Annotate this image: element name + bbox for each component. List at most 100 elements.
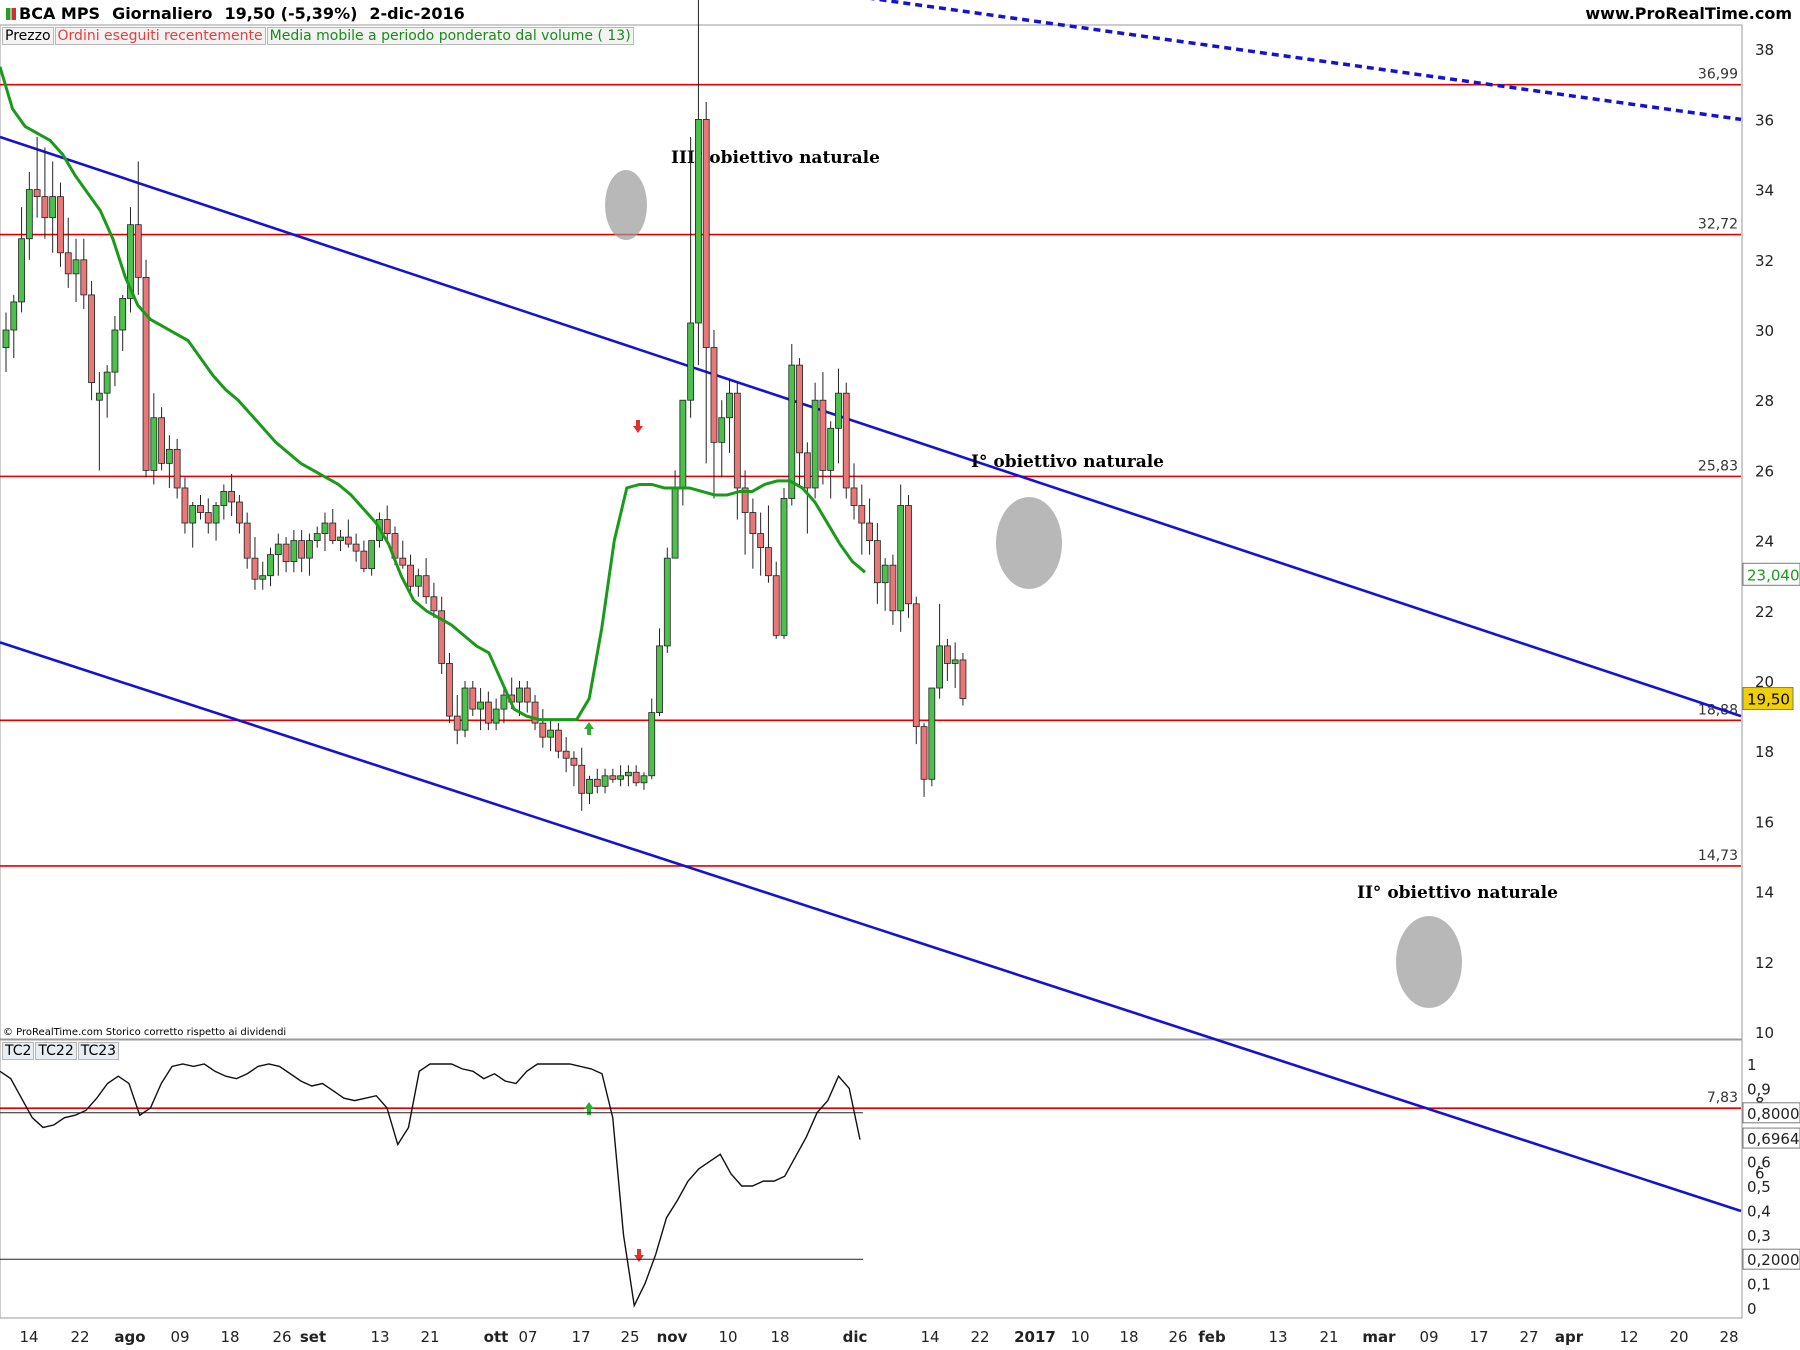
candle-body-118 <box>920 726 928 780</box>
candle-84 <box>656 628 663 717</box>
candle-body-112 <box>873 540 881 584</box>
candle-body-9 <box>72 259 80 275</box>
candle-9 <box>72 238 80 302</box>
candle-39 <box>306 533 313 576</box>
candle-113 <box>881 558 889 611</box>
y-tick-8: 30 <box>1755 322 1774 340</box>
candle-body-108 <box>842 392 850 489</box>
candle-body-41 <box>321 522 329 534</box>
candle-body-79 <box>617 775 625 780</box>
candle-41 <box>321 512 329 552</box>
candle-body-114 <box>889 564 897 612</box>
candle-94 <box>733 382 741 520</box>
x-tick-13: nov <box>657 1328 688 1346</box>
annotation-0: III° obiettivo naturale <box>671 148 880 168</box>
candle-body-102 <box>796 364 803 454</box>
candle-67 <box>523 681 531 713</box>
annotation-1: I° obiettivo naturale <box>971 452 1164 472</box>
candle-117 <box>912 596 920 745</box>
candle-0 <box>2 312 10 373</box>
chart-canvas[interactable]: 40,4136,9932,7225,8318,8814,737,83III° o… <box>0 0 1800 1350</box>
candle-body-21 <box>165 448 173 464</box>
osc-y-tick-3: 0,6964 <box>1747 1130 1800 1148</box>
candle-body-121 <box>943 645 951 664</box>
candle-47 <box>368 540 376 576</box>
candle-body-19 <box>150 417 158 471</box>
candle-body-39 <box>306 540 313 559</box>
candle-34 <box>267 547 274 587</box>
candle-21 <box>165 435 173 488</box>
candle-body-85 <box>663 557 671 647</box>
candle-body-87 <box>679 399 687 489</box>
candle-12 <box>95 372 103 471</box>
x-tick-9: ott <box>484 1328 509 1346</box>
candle-75 <box>586 775 593 804</box>
candle-body-77 <box>601 775 609 787</box>
candle-89 <box>695 0 702 366</box>
candle-46 <box>360 540 368 573</box>
candle-body-35 <box>274 543 282 556</box>
candle-body-54 <box>422 575 430 598</box>
candle-3 <box>25 172 33 260</box>
candle-11 <box>88 280 95 401</box>
x-tick-27: 09 <box>1419 1328 1438 1346</box>
x-tick-15: 18 <box>770 1328 789 1346</box>
candle-115 <box>897 484 905 632</box>
x-tick-21: 18 <box>1119 1328 1138 1346</box>
candle-body-37 <box>290 540 298 563</box>
candle-body-69 <box>539 722 547 738</box>
level-label-3: 25,83 <box>1698 458 1738 474</box>
osc-y-tick-1: 0,9 <box>1747 1080 1771 1098</box>
candle-32 <box>251 537 259 590</box>
candle-106 <box>827 421 835 499</box>
x-tick-28: 17 <box>1469 1328 1488 1346</box>
level-label-1: 36,99 <box>1698 67 1738 83</box>
y-tick-9: 28 <box>1755 392 1774 410</box>
candle-61 <box>477 688 484 731</box>
osc-y-tick-5: 0,5 <box>1747 1178 1771 1196</box>
candle-108 <box>842 382 850 499</box>
target-ellipse-0 <box>605 170 647 240</box>
y-tick-18: 10 <box>1755 1024 1774 1042</box>
candle-body-99 <box>772 575 780 636</box>
candle-83 <box>648 698 656 780</box>
x-tick-8: 21 <box>420 1328 439 1346</box>
candle-body-97 <box>757 533 765 549</box>
x-tick-10: 07 <box>518 1328 537 1346</box>
candle-body-111 <box>866 522 873 541</box>
candle-body-23 <box>181 487 189 524</box>
x-tick-5: 26 <box>272 1328 291 1346</box>
candle-body-83 <box>648 712 656 777</box>
candle-78 <box>609 768 617 783</box>
candle-body-27 <box>212 505 220 524</box>
candle-57 <box>446 652 453 724</box>
candle-body-25 <box>197 505 204 513</box>
osc-y-tick-9: 0,1 <box>1747 1276 1771 1294</box>
candle-95 <box>741 470 749 555</box>
candle-14 <box>111 315 119 387</box>
candle-body-31 <box>243 522 251 559</box>
osc-y-tick-8: 0,2000 <box>1747 1251 1800 1269</box>
candle-body-91 <box>710 347 718 443</box>
candle-body-42 <box>329 522 337 541</box>
x-tick-22: 26 <box>1168 1328 1187 1346</box>
y-tick-15: 16 <box>1755 813 1774 831</box>
vwma-badge: 23,040 <box>1747 566 1800 584</box>
candle-60 <box>469 681 477 717</box>
candle-body-18 <box>142 276 150 471</box>
y-tick-5: 36 <box>1755 111 1774 129</box>
candle-27 <box>212 501 220 541</box>
candle-8 <box>64 217 72 288</box>
oscillator-line <box>0 1063 861 1308</box>
candle-92 <box>718 400 726 478</box>
candle-53 <box>414 568 422 597</box>
candle-25 <box>197 494 204 520</box>
candle-body-28 <box>220 491 228 506</box>
candle-body-94 <box>733 392 741 489</box>
y-tick-11: 24 <box>1755 533 1774 551</box>
x-tick-25: 21 <box>1319 1328 1338 1346</box>
candle-body-86 <box>671 487 679 559</box>
candle-body-5 <box>41 196 49 219</box>
candle-31 <box>243 512 251 569</box>
candle-body-14 <box>111 329 119 373</box>
